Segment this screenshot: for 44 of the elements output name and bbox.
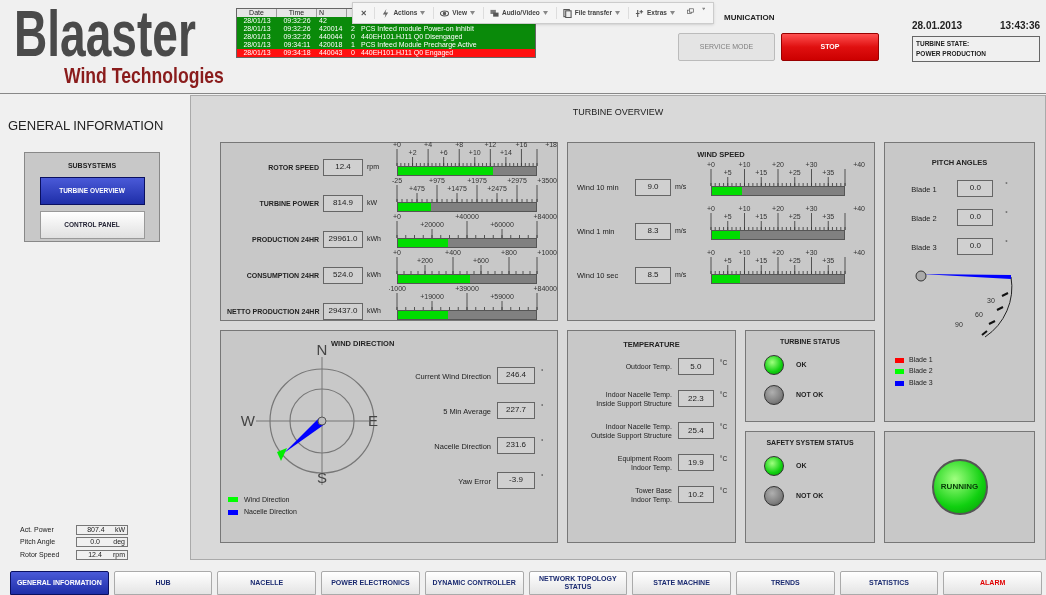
value-field: 9.0	[635, 178, 671, 196]
value-field: 0.0	[957, 208, 994, 226]
date-text: 28.01.2013	[912, 19, 963, 33]
compass-letter: N	[316, 340, 328, 358]
value-field: -3.9	[497, 471, 535, 489]
caret-icon	[469, 11, 475, 15]
value-field: 814.9	[323, 194, 363, 212]
compass-letter: E	[368, 411, 378, 429]
value-field: 524.0	[323, 266, 363, 284]
value-field: 8.3	[635, 222, 671, 240]
value-field: 19.9	[677, 454, 714, 472]
value-field: 246.4	[497, 366, 535, 384]
caret-icon	[701, 7, 705, 11]
value-field: 22.3	[677, 390, 714, 408]
logo-title: Blaaster	[14, 6, 196, 62]
sparkle-icon	[635, 8, 644, 18]
caret-icon	[420, 11, 426, 15]
close-icon[interactable]	[361, 9, 367, 17]
section-title: GENERAL INFORMATION	[8, 117, 165, 135]
logo-tagline: Wind Technologies	[64, 64, 224, 88]
compass-letter: S	[317, 468, 327, 485]
value-field: 5.0	[677, 358, 714, 376]
value-field: 12.4	[323, 158, 363, 176]
document-icon	[562, 8, 572, 18]
value-field: 0.0	[957, 179, 994, 197]
caret-icon	[669, 11, 675, 15]
value-field: 231.6	[497, 436, 535, 454]
time-text: 13:43:36	[999, 19, 1040, 33]
eye-icon	[440, 8, 450, 18]
compass-letter: W	[240, 411, 255, 429]
window-icon[interactable]	[686, 7, 694, 16]
value-field: 8.5	[635, 266, 671, 284]
running-indicator[interactable]: RUNNING	[931, 458, 988, 515]
value-field: 25.4	[677, 422, 714, 440]
value-field: 29961.0	[323, 230, 363, 248]
overview-title: TURBINE OVERVIEW	[572, 106, 664, 119]
value-field: 10.2	[677, 486, 714, 504]
value-field: 29437.0	[323, 302, 363, 320]
value-field: 227.7	[497, 401, 535, 419]
chat-icon	[489, 8, 499, 18]
caret-icon	[542, 11, 548, 15]
value-field: 0.0	[957, 237, 994, 255]
section-label: MUNICATION	[724, 12, 775, 24]
caret-icon	[615, 11, 620, 15]
